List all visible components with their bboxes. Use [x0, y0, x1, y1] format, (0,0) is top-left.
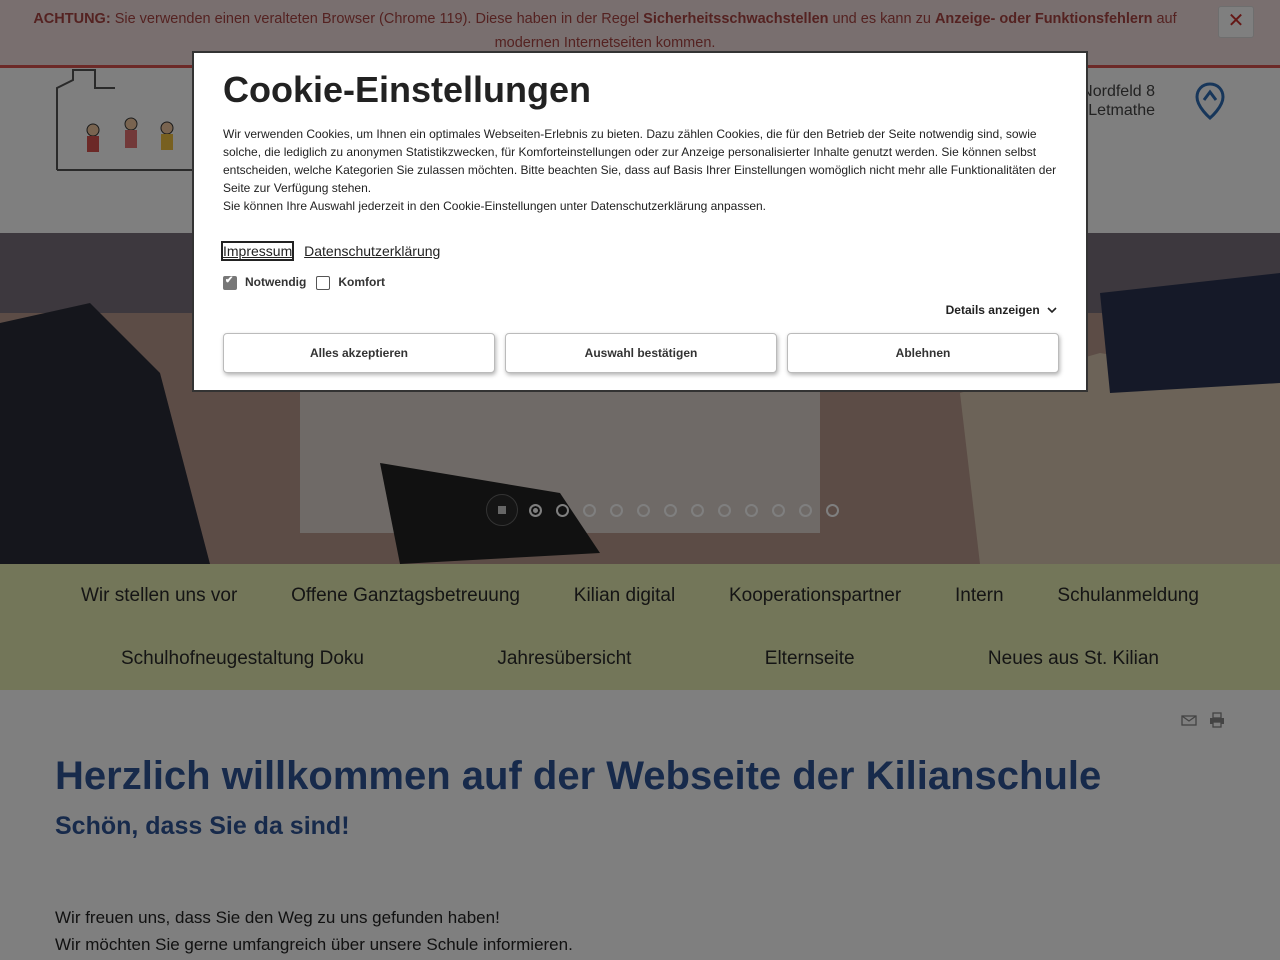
confirm-selection-button[interactable]: Auswahl bestätigen [505, 333, 777, 373]
cookie-intro-paragraph: Wir verwenden Cookies, um Ihnen ein opti… [223, 127, 1057, 195]
cookie-intro-note: Sie können Ihre Auswahl jederzeit in den… [223, 199, 767, 213]
accept-all-button[interactable]: Alles akzeptieren [223, 333, 495, 373]
impressum-link[interactable]: Impressum [220, 241, 295, 261]
reject-button[interactable]: Ablehnen [787, 333, 1059, 373]
komfort-label: Komfort [338, 275, 385, 289]
cookie-links: Impressum Datenschutzerklärung [220, 241, 1057, 261]
cookie-categories: Notwendig Komfort [223, 275, 1057, 290]
notwendig-checkbox[interactable] [223, 275, 237, 290]
komfort-checkbox[interactable] [316, 276, 331, 290]
notwendig-label: Notwendig [245, 275, 307, 289]
cookie-intro: Wir verwenden Cookies, um Ihnen ein opti… [223, 125, 1057, 215]
details-toggle[interactable]: Details anzeigen [946, 303, 1057, 317]
cookie-actions: Alles akzeptieren Auswahl bestätigen Abl… [223, 333, 1059, 373]
cookie-dialog: Cookie-Einstellungen Wir verwenden Cooki… [192, 51, 1088, 392]
details-label: Details anzeigen [945, 303, 1040, 317]
datenschutz-link[interactable]: Datenschutzerklärung [304, 243, 440, 259]
cookie-dialog-title: Cookie-Einstellungen [223, 69, 592, 110]
chevron-down-icon [1047, 307, 1057, 314]
